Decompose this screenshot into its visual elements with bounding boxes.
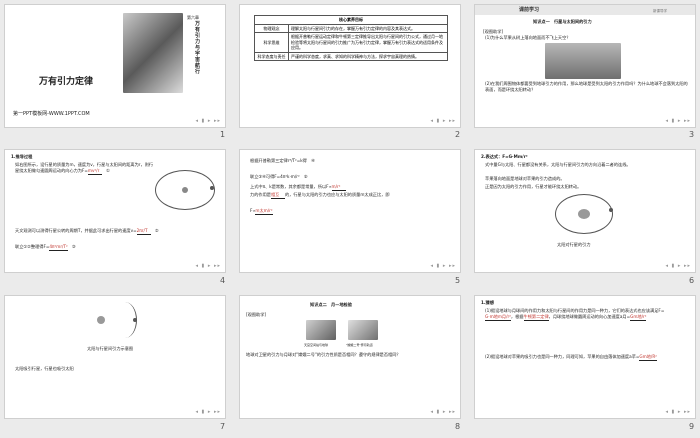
slide-thumbnail-1[interactable]: 第六章 万有引力与宇宙航行 万有引力定律 第一PPT模板网-WWW.1PPT.C… (4, 4, 226, 128)
slide-number-3: 3 (689, 130, 695, 139)
slide-thumbnail-5[interactable]: 根据开普勒第三定律r³/T²=k得 ④ 联立③④可得F=4π²k·m/r² ⑤ … (239, 149, 461, 273)
lunar-orbit-image (348, 320, 378, 340)
header-right-label: 新课导学 (653, 9, 667, 13)
watermark-text: 第一PPT模板网-WWW.1PPT.COM (13, 111, 90, 117)
paragraph-1: 式中量G与太阳、行星都没有关系，太阳与行星间引力的方向沿着二者的连线。 (485, 162, 631, 167)
slide-number-4: 4 (220, 276, 226, 285)
paragraph-3: 上式中π、k是常数，其余都是常量，所以F∝m/r² (250, 184, 455, 191)
table-row: 物理观念 理解太阳与行星间引力的存在，掌握万有引力定律的内容及其表达式。 (254, 23, 448, 33)
objectives-table: 核心素养目标 物理观念 理解太阳与行星间引力的存在，掌握万有引力定律的内容及其表达… (254, 15, 448, 61)
caption: 太阳吸引行星，行星也吸引太阳 (15, 366, 74, 371)
paragraph-2: 苹果落向地面是地球对苹果的引力造成的。 (485, 176, 565, 181)
paragraph-2: 天文观测可以测得行星公转的周期T，并据此可求出行星的速度v=2πr/T ② (15, 228, 159, 235)
blank-answer-1: G·m地m月/r² (485, 314, 511, 321)
section-title: 知识点二 月—地检验 (310, 302, 352, 307)
paragraph-2: 联立③④可得F=4π²k·m/r² ⑤ (250, 174, 308, 179)
question-1: 地球对卫星的引力与月球对"嫦娥二号"的引力性质是否相同？遵守的规律是否相同？ (246, 352, 401, 357)
slide-number-6: 6 (689, 276, 695, 285)
apple-tree-image (545, 43, 621, 79)
slide-number-8: 8 (455, 422, 461, 431)
slide-controls[interactable]: ◂ ▮ ▸ ▸▸ (430, 409, 456, 415)
heading: 1.推导过程 (11, 154, 33, 159)
slide-thumbnail-8[interactable]: 知识点二 月—地检验 [观图助学] 天宫空间站与地球 "嫦娥二号"奔月轨道 地球… (239, 295, 461, 419)
slide-controls[interactable]: ◂ ▮ ▸ ▸▸ (665, 118, 691, 124)
planet-icon (133, 318, 137, 322)
sun-icon (97, 316, 105, 324)
question-1: (1)为什么苹果从树上落向地面而不飞上天空？ (485, 35, 571, 40)
slide-controls[interactable]: ◂ ▮ ▸ ▸▸ (665, 263, 691, 269)
paragraph-2: (2)假设地球对苹果的吸引力也是同一种力，同理可知，苹果的自由落体加速度a苹=G… (485, 354, 657, 361)
header-tab: 课前学习 (519, 7, 540, 13)
slide-controls[interactable]: ◂ ▮ ▸ ▸▸ (430, 118, 456, 124)
blank-answer-2: 牛顿第二定律 (523, 314, 549, 321)
blank-answer-2: 2πr/T (136, 228, 151, 235)
blank-answer-3: 4π²mr/T² (49, 244, 68, 251)
sun-icon (578, 209, 590, 219)
paragraph-1: 如右图所示，设行星的质量为m，速度为v，行星与太阳间的距离为r，则行星绕太阳做匀… (15, 162, 154, 175)
diagram-caption: 太阳对行星的引力 (557, 242, 591, 247)
slide-number-5: 5 (455, 276, 461, 285)
question-2: (2)在我们周围物体都要受到地球引力的作用，那么地球是受到太阳的引力作用吗？为什… (485, 81, 688, 92)
blank-answer-4: Gm地/R² (639, 354, 657, 361)
slide-number-7: 7 (220, 422, 226, 431)
slide-thumbnail-2[interactable]: 核心素养目标 物理观念 理解太阳与行星间引力的存在，掌握万有引力定律的内容及其表达… (239, 4, 461, 128)
slide-controls[interactable]: ◂ ▮ ▸ ▸▸ (665, 409, 691, 415)
slide-controls[interactable]: ◂ ▮ ▸ ▸▸ (195, 409, 221, 415)
blank-answer-4: m/r² (331, 184, 346, 191)
slide-controls[interactable]: ◂ ▮ ▸ ▸▸ (195, 118, 221, 124)
blank-answer-1: mv²/r (87, 168, 102, 175)
paragraph-1: 根据开普勒第三定律r³/T²=k得 ④ (250, 158, 315, 163)
heading: 2.表达式：F=G·Mm/r² (481, 154, 528, 159)
paragraph-1: (1)假设地球与月球间的作用力和太阳与行星间的作用力是同一种力，它们的表达式也应… (485, 308, 665, 321)
planet-icon (210, 186, 214, 190)
slide-title: 万有引力定律 (39, 77, 94, 87)
table-row: 科学思维 根据开普勒行星运动定律和牛顿第三定律推导出太阳与行星间的引力公式，通过月… (254, 32, 448, 53)
sun-icon (182, 187, 188, 193)
space-station-image (306, 320, 336, 340)
slide-thumbnail-6[interactable]: 2.表达式：F=G·Mm/r² 式中量G与太阳、行星都没有关系，太阳与行星间引力… (474, 149, 696, 273)
slide-number-9: 9 (689, 422, 695, 431)
table-header: 核心素养目标 (254, 15, 448, 25)
slide-thumbnail-4[interactable]: 1.推导过程 如右图所示，设行星的质量为m，速度为v，行星与太阳间的距离为r，则… (4, 149, 226, 273)
slide-number-1: 1 (220, 130, 226, 139)
blank-answer-3: Gm地/r² (630, 314, 647, 321)
paragraph-4: 力的作用是相互 的，行星与太阳的引力也应与太阳的质量m太成正比，即 (250, 192, 390, 199)
slide-thumbnail-7[interactable]: 太阳与行星间引力示意图 太阳吸引行星，行星也吸引太阳 ◂ ▮ ▸ ▸▸ (4, 295, 226, 419)
planet-icon (609, 208, 613, 212)
paragraph-3: 联立①②整理得F=4π²mr/T² ③ (15, 244, 76, 251)
paragraph-5: F∝m太m/r² (250, 208, 273, 215)
blank-answer-5: 相互 (270, 192, 285, 199)
diagram-label: 太阳与行星间引力示意图 (87, 346, 134, 351)
slide-thumbnail-9[interactable]: 1.猜想 (1)假设地球与月球间的作用力和太阳与行星间的作用力是同一种力，它们的… (474, 295, 696, 419)
slide-number-2: 2 (455, 130, 461, 139)
guide-label: [观图助学] (246, 312, 267, 317)
image-caption-2: "嫦娥二号"奔月轨道 (346, 343, 373, 347)
slide-controls[interactable]: ◂ ▮ ▸ ▸▸ (195, 263, 221, 269)
chapter-banner-image (123, 13, 183, 93)
slide-controls[interactable]: ◂ ▮ ▸ ▸▸ (430, 263, 456, 269)
slide-thumbnail-3[interactable]: 课前学习 新课导学 知识点一 行星与太阳间的引力 [观图助学] (1)为什么苹果… (474, 4, 696, 128)
image-caption-1: 天宫空间站与地球 (304, 343, 329, 347)
heading: 1.猜想 (481, 300, 494, 305)
paragraph-3: 正是因为太阳的引力作用，行星才能环绕太阳转动。 (485, 184, 582, 189)
vertical-title: 万有引力与宇宙航行 (195, 21, 201, 75)
blank-answer-6: m太m/r² (255, 208, 273, 215)
table-row: 科学态度与责任 严谨的科学态度，求真、求知的科学精神与方法，探求宇宙真理的热情。 (254, 51, 448, 61)
section-title: 知识点一 行星与太阳间的引力 (533, 19, 592, 24)
